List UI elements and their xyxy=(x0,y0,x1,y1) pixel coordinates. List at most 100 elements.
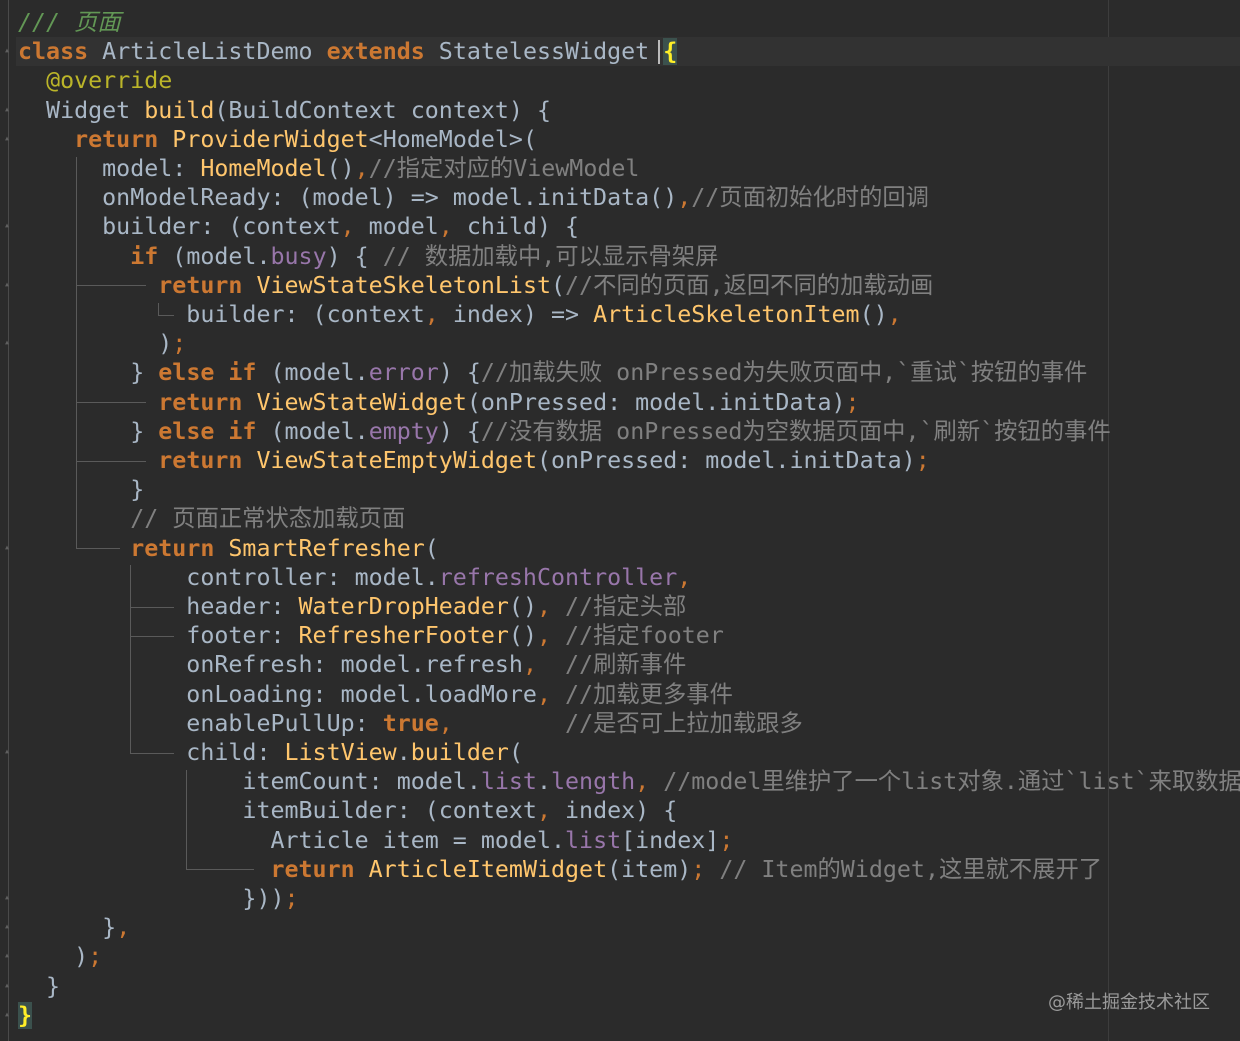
code-token: controller: model. xyxy=(18,563,439,591)
code-token: header: xyxy=(18,593,299,620)
code-line[interactable]: } xyxy=(18,475,144,504)
code-token: <HomeModel>( xyxy=(368,125,537,153)
fold-marker-icon[interactable]: ▴ xyxy=(2,892,12,904)
code-token: builder xyxy=(410,739,509,766)
code-line[interactable]: } xyxy=(18,1001,33,1030)
code-line[interactable]: } else if (model.error) {//加载失败 onPresse… xyxy=(18,358,1087,387)
code-line[interactable]: /// 页面 xyxy=(18,8,121,37)
code-token: // 页面正常状态加载页面 xyxy=(130,505,406,533)
code-token: , xyxy=(438,213,453,241)
editor-gutter[interactable]: ▴ ▴ ▴ ▴ ▴ ▴ ▴ ▴ ▴ ▴ ▴ ▴ ▴ xyxy=(0,0,16,1041)
code-line[interactable]: return ArticleItemWidget(item); // Item的… xyxy=(18,855,1102,884)
code-token: index) { xyxy=(551,797,678,825)
code-line[interactable]: })); xyxy=(18,884,299,913)
code-token: ; xyxy=(915,447,930,474)
code-editor[interactable]: ▴ ▴ ▴ ▴ ▴ ▴ ▴ ▴ ▴ ▴ ▴ ▴ ▴ /// 页面 class ArticleListDem… xyxy=(0,0,1240,1041)
code-token: [index] xyxy=(621,826,720,854)
code-token: if xyxy=(228,417,257,445)
code-line[interactable]: return ProviderWidget<HomeModel>( xyxy=(18,125,537,154)
code-line[interactable]: return ViewStateWidget(onPressed: model.… xyxy=(18,388,859,417)
fold-marker-icon[interactable]: ▴ xyxy=(2,220,12,232)
code-token: ViewStateWidget xyxy=(256,388,467,416)
code-token: class xyxy=(18,38,89,66)
code-line[interactable]: builder: (context, model, child) { xyxy=(18,212,579,241)
code-line[interactable]: Widget build(BuildContext context) { xyxy=(18,96,551,125)
code-line[interactable]: ); xyxy=(18,329,186,358)
code-token: , xyxy=(635,768,650,796)
code-token: ; xyxy=(172,330,187,358)
code-token: ( xyxy=(424,534,439,562)
watermark: @稀土掘金技术社区 xyxy=(1048,992,1210,1013)
code-token: refreshController xyxy=(438,563,678,591)
code-line[interactable]: header: WaterDropHeader(), //指定头部 xyxy=(18,592,686,621)
code-line[interactable]: ); xyxy=(18,942,102,971)
code-token: ArticleListDemo xyxy=(88,38,327,66)
code-line[interactable]: Article item = model.list[index]; xyxy=(18,826,733,855)
code-line[interactable]: return SmartRefresher( xyxy=(18,534,439,563)
code-token: itemBuilder: (context xyxy=(18,797,537,825)
code-line[interactable]: onRefresh: model.refresh, //刷新事件 xyxy=(18,650,686,679)
code-line[interactable]: enablePullUp: true, //是否可上拉加载跟多 xyxy=(18,709,802,738)
code-line[interactable]: itemCount: model.list.length, //model里维护… xyxy=(18,767,1240,796)
fold-marker-icon[interactable]: ▴ xyxy=(2,45,12,57)
code-line[interactable]: // 页面正常状态加载页面 xyxy=(18,504,405,533)
code-token: ( xyxy=(508,739,523,766)
fold-marker-icon[interactable]: ▴ xyxy=(2,279,12,291)
code-token: ; xyxy=(691,855,706,883)
fold-marker-icon[interactable]: ▴ xyxy=(2,921,12,933)
code-token: if xyxy=(228,359,257,387)
code-token: })) xyxy=(18,885,285,912)
code-line[interactable]: } else if (model.empty) {//没有数据 onPresse… xyxy=(18,417,1110,446)
code-token: //model里维护了一个list对象.通过`list`来取数据 xyxy=(663,768,1240,796)
code-token: , xyxy=(536,593,552,620)
code-line[interactable]: onModelReady: (model) => model.initData(… xyxy=(18,183,929,212)
code-line[interactable]: }, xyxy=(18,913,130,942)
code-token: ) xyxy=(18,943,89,971)
code-token: RefresherFooter xyxy=(298,622,509,650)
fold-marker-icon[interactable]: ▴ xyxy=(2,337,12,349)
code-token: (model. xyxy=(256,359,369,387)
fold-marker-icon[interactable]: ▴ xyxy=(2,950,12,962)
fold-marker-icon[interactable]: ▴ xyxy=(2,104,12,116)
code-line[interactable]: if (model.busy) { // 数据加载中,可以显示骨架屏 xyxy=(18,242,718,271)
fold-marker-icon[interactable]: ▴ xyxy=(2,1009,12,1021)
code-token: HomeModel xyxy=(200,155,327,182)
code-token: Widget xyxy=(18,96,145,124)
fold-marker-icon[interactable]: ▴ xyxy=(2,542,12,554)
code-line[interactable]: onLoading: model.loadMore, //加载更多事件 xyxy=(18,680,733,709)
code-token: onRefresh: model.refresh xyxy=(18,651,523,679)
code-token: return xyxy=(158,388,243,416)
code-line[interactable]: return ViewStateSkeletonList(//不同的页面,返回不… xyxy=(18,271,933,300)
code-line[interactable]: controller: model.refreshController, xyxy=(18,563,691,592)
code-token: ; xyxy=(719,826,734,854)
fold-marker-icon[interactable]: ▴ xyxy=(2,746,12,758)
code-token: //指定头部 xyxy=(565,593,687,620)
code-line[interactable]: class ArticleListDemo extends StatelessW… xyxy=(18,37,678,66)
gutter-rule xyxy=(8,0,9,1041)
fold-marker-icon[interactable]: ▴ xyxy=(2,980,12,992)
code-line[interactable]: model: HomeModel(),//指定对应的ViewModel xyxy=(18,154,639,183)
code-line[interactable]: @override xyxy=(18,66,172,95)
code-token: return xyxy=(130,534,215,562)
code-line[interactable]: builder: (context, index) => ArticleSkel… xyxy=(18,300,901,329)
code-line[interactable]: child: ListView.builder( xyxy=(18,738,523,767)
fold-marker-icon[interactable]: ▴ xyxy=(2,133,12,145)
code-token: child) { xyxy=(452,213,580,241)
code-token: //加载更多事件 xyxy=(565,680,733,708)
code-token: ; xyxy=(284,885,299,912)
code-token: //不同的页面,返回不同的加载动画 xyxy=(565,271,934,299)
code-line[interactable]: } xyxy=(18,972,60,1001)
code-token: enablePullUp: xyxy=(18,709,383,737)
code-token: } xyxy=(18,1001,33,1029)
code-token: StatelessWidget xyxy=(424,38,664,66)
code-token: , xyxy=(677,563,692,591)
code-line[interactable]: itemBuilder: (context, index) { xyxy=(18,796,677,825)
code-line[interactable]: footer: RefresherFooter(), //指定footer xyxy=(18,621,724,650)
code-line[interactable]: return ViewStateEmptyWidget(onPressed: m… xyxy=(18,446,930,475)
